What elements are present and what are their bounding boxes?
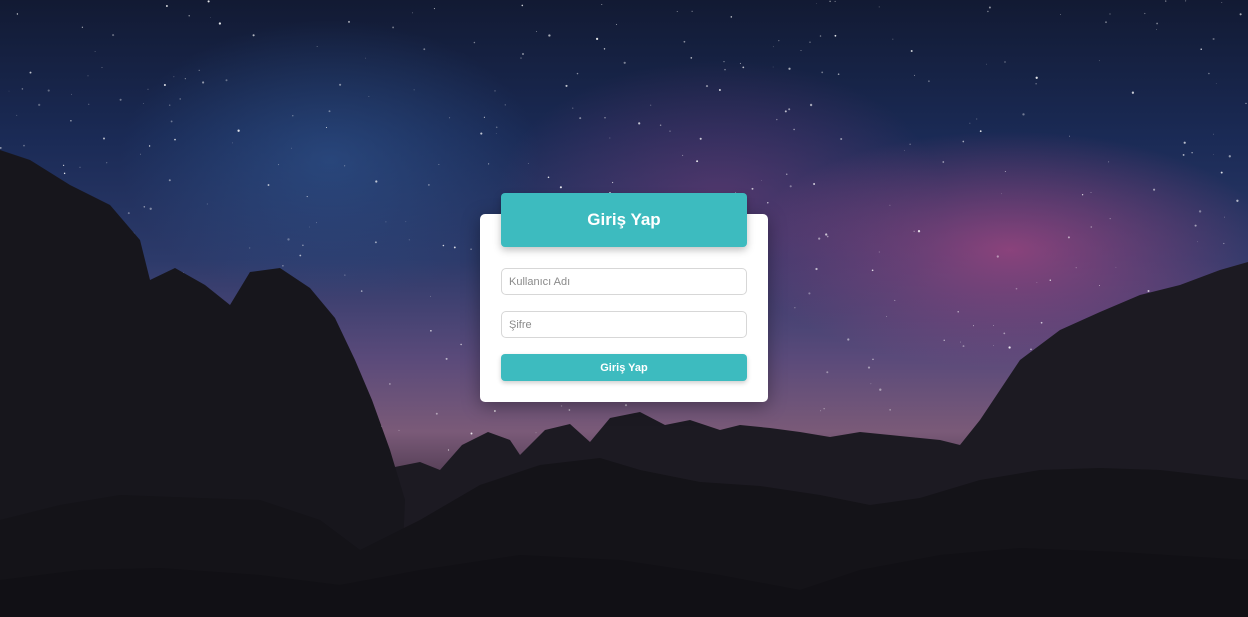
login-button[interactable]: Giriş Yap	[501, 354, 747, 381]
login-title: Giriş Yap	[587, 210, 661, 229]
password-input[interactable]	[501, 311, 747, 338]
login-header: Giriş Yap	[501, 193, 747, 247]
username-input[interactable]	[501, 268, 747, 295]
